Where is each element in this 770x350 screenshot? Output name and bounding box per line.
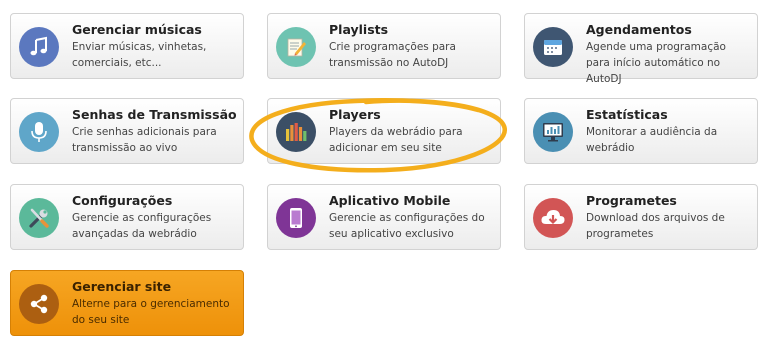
card-title: Configurações [72,193,173,208]
card-players[interactable]: Players Players da webrádio para adicion… [267,98,501,164]
card-aplicativo-mobile[interactable]: Aplicativo Mobile Gerencie as configuraç… [267,184,501,250]
card-description: Agende uma programação para início autom… [586,41,726,85]
card-estatisticas[interactable]: Estatísticas Monitorar a audiência da we… [524,98,758,164]
card-title: Agendamentos [586,22,692,37]
monitor-chart-icon [533,112,573,152]
card-senhas-transmissao[interactable]: Senhas de Transmissão Crie senhas adicio… [10,98,244,164]
smartphone-icon [276,198,316,238]
card-playlists[interactable]: Playlists Crie programações para transmi… [267,13,501,79]
card-description: Alterne para o gerenciamento do seu site [72,298,230,326]
card-description: Crie programações para transmissão no Au… [329,41,456,69]
card-description: Players da webrádio para adicionar em se… [329,126,463,154]
card-configuracoes[interactable]: Configurações Gerencie as configurações … [10,184,244,250]
cloud-download-icon [533,198,573,238]
playlist-edit-icon [276,27,316,67]
card-description: Enviar músicas, vinhetas, comerciais, et… [72,41,207,69]
tools-icon [19,198,59,238]
card-title: Playlists [329,22,389,37]
dashboard-grid: Gerenciar músicas Enviar músicas, vinhet… [0,0,770,350]
card-title: Players [329,107,381,122]
calendar-icon [533,27,573,67]
card-title: Senhas de Transmissão [72,107,237,122]
microphone-icon [19,112,59,152]
card-programetes[interactable]: Programetes Download dos arquivos de pro… [524,184,758,250]
card-description: Download dos arquivos de programetes [586,212,725,240]
card-agendamentos[interactable]: Agendamentos Agende uma programação para… [524,13,758,85]
card-title: Gerenciar site [72,279,172,294]
card-description: Crie senhas adicionais para transmissão … [72,126,217,154]
card-description: Monitorar a audiência da webrádio [586,126,718,154]
card-gerenciar-site[interactable]: Gerenciar site Alterne para o gerenciame… [10,270,244,336]
card-description: Gerencie as configurações do seu aplicat… [329,212,485,240]
card-gerenciar-musicas[interactable]: Gerenciar músicas Enviar músicas, vinhet… [10,13,244,79]
card-title: Programetes [586,193,677,208]
equalizer-icon [276,112,316,152]
music-note-icon [19,27,59,67]
card-title: Aplicativo Mobile [329,193,451,208]
card-title: Estatísticas [586,107,668,122]
share-icon [19,284,59,324]
card-description: Gerencie as configurações avançadas da w… [72,212,212,240]
card-title: Gerenciar músicas [72,22,202,37]
